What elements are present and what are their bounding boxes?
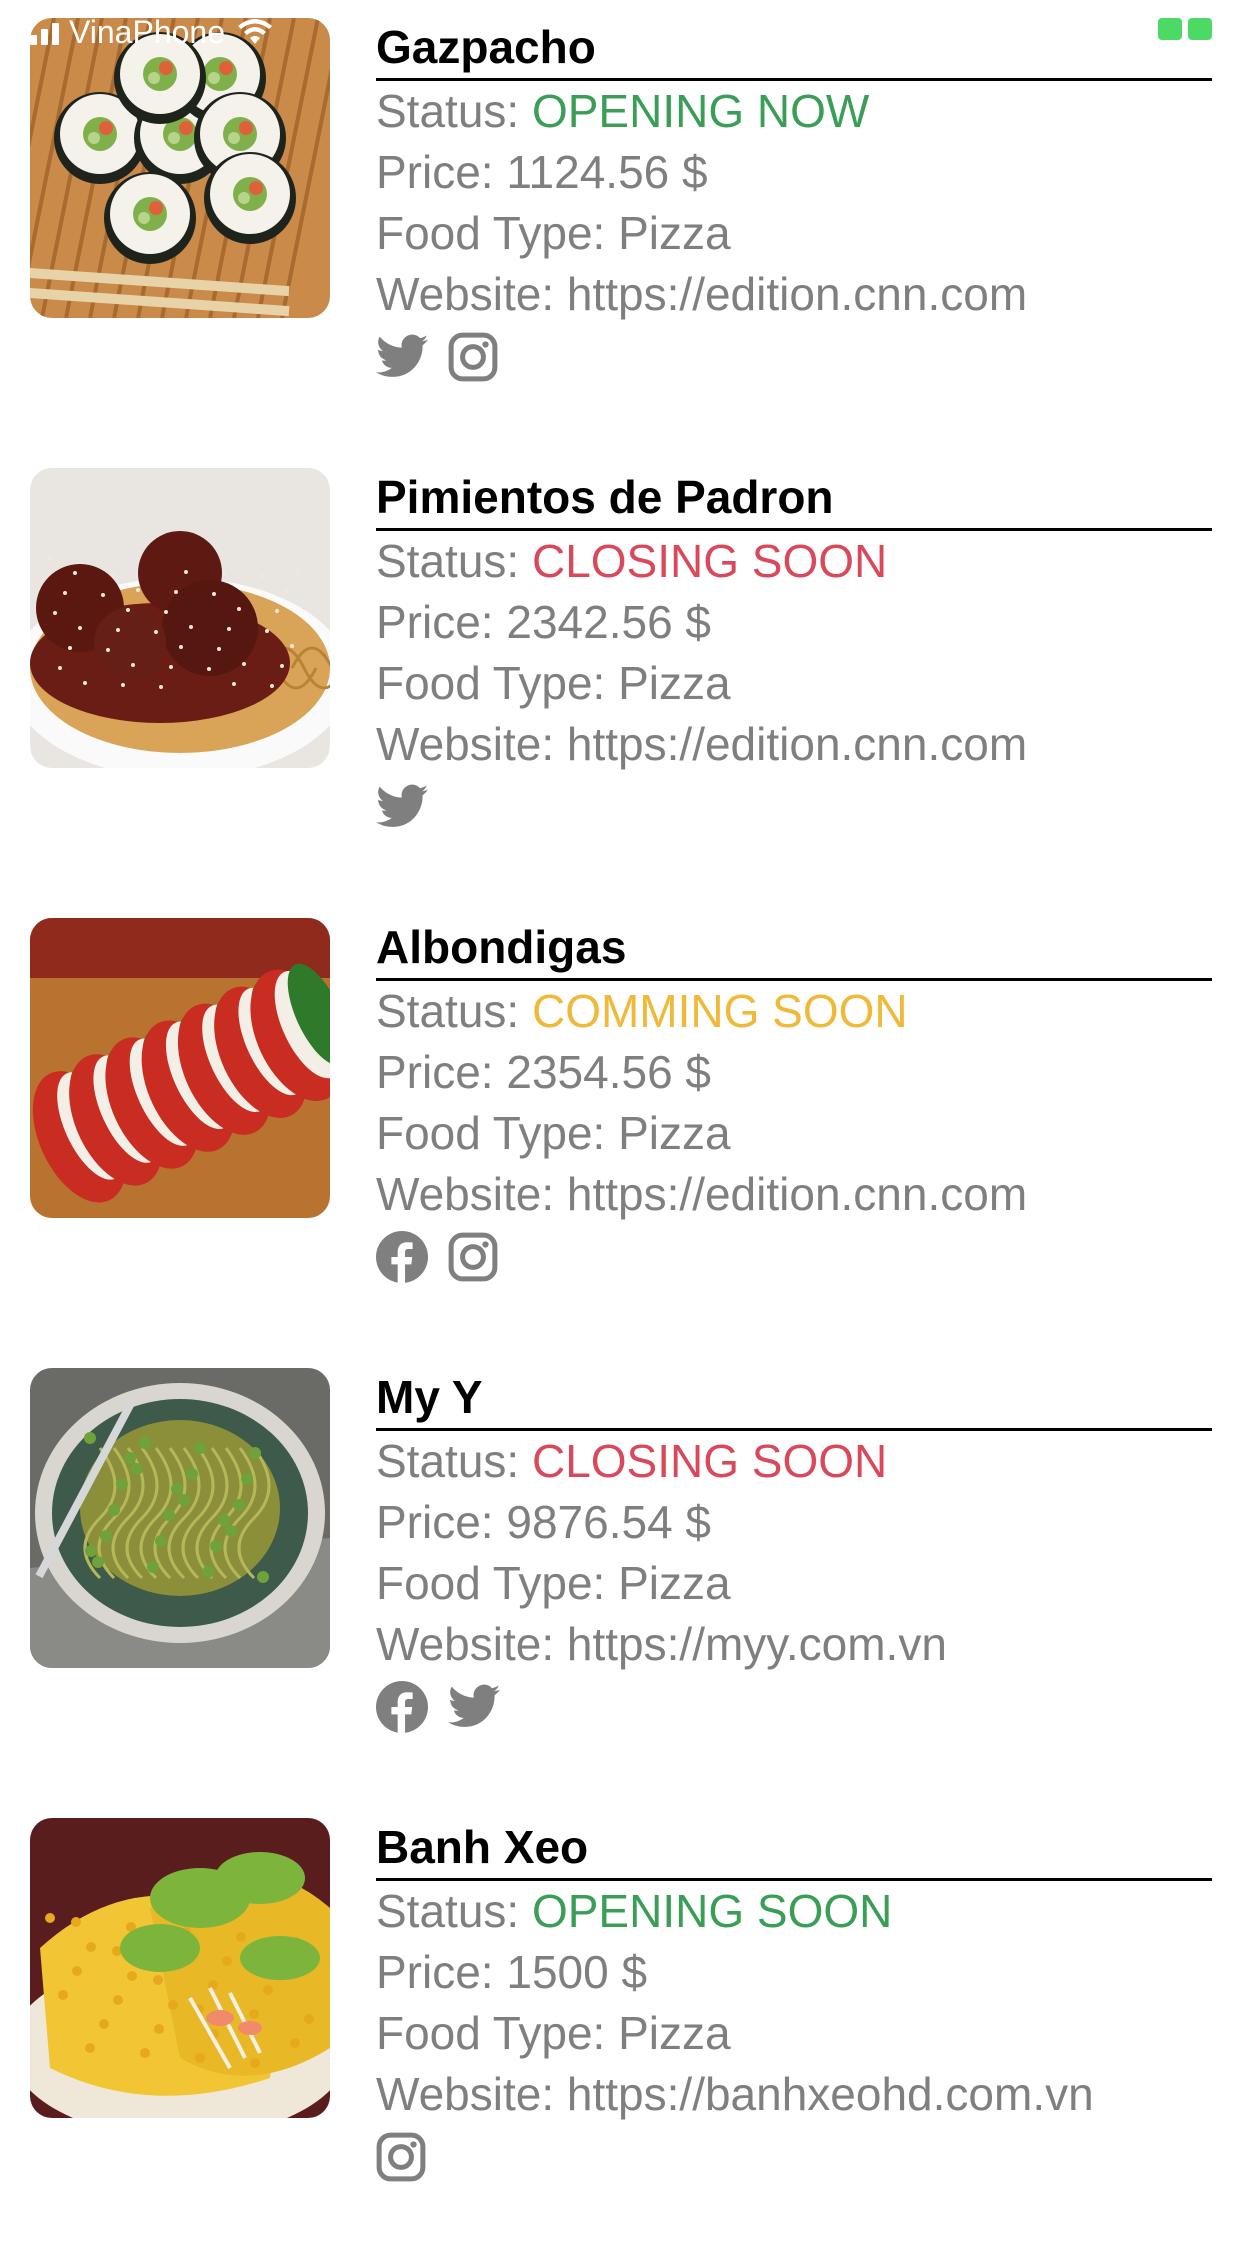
food-image	[30, 1818, 330, 2118]
website-value[interactable]: https://edition.cnn.com	[567, 268, 1027, 320]
status-value: COMMING SOON	[531, 985, 908, 1037]
restaurant-info: My Y Status: CLOSING SOON Price: 9876.54 $…	[376, 1368, 1212, 1733]
food-image	[30, 918, 330, 1218]
price-value: 1124.56 $	[506, 146, 708, 198]
restaurant-info: Banh Xeo Status: OPENING SOON Price: 1500 …	[376, 1818, 1212, 2183]
price-label: Price:	[376, 1046, 507, 1098]
food-type-row: Food Type: Pizza	[376, 2003, 1212, 2064]
food-type-row: Food Type: Pizza	[376, 1553, 1212, 1614]
restaurant-name[interactable]: Albondigas	[376, 918, 1212, 981]
food-image	[30, 1368, 330, 1668]
status-bar: VinaPhone	[30, 14, 273, 50]
status-value: OPENING SOON	[531, 1885, 893, 1937]
website-row[interactable]: Website: https://banhxeohd.com.vn	[376, 2064, 1212, 2125]
price-label: Price:	[376, 146, 507, 198]
food-type-value: Pizza	[618, 1557, 731, 1609]
food-type-value: Pizza	[618, 207, 731, 259]
instagram-icon[interactable]	[448, 332, 498, 382]
website-label: Website:	[376, 268, 567, 320]
website-label: Website:	[376, 1168, 567, 1220]
status-row: Status: COMMING SOON	[376, 981, 1212, 1042]
food-type-label: Food Type:	[376, 1557, 619, 1609]
food-type-label: Food Type:	[376, 2007, 619, 2059]
carrier-name: VinaPhone	[69, 13, 225, 50]
price-row: Price: 1500 $	[376, 1942, 1212, 2003]
status-label: Status:	[376, 985, 532, 1037]
food-type-row: Food Type: Pizza	[376, 1103, 1212, 1164]
price-value: 1500 $	[506, 1946, 648, 1998]
twitter-icon[interactable]	[376, 784, 428, 830]
website-row[interactable]: Website: https://edition.cnn.com	[376, 714, 1212, 775]
restaurant-item[interactable]: Gazpacho Status: OPENING NOW Price: 1124.5…	[0, 0, 1242, 450]
price-row: Price: 9876.54 $	[376, 1492, 1212, 1553]
food-type-value: Pizza	[618, 657, 731, 709]
food-image	[30, 18, 330, 318]
restaurant-info: Gazpacho Status: OPENING NOW Price: 1124.5…	[376, 18, 1212, 383]
price-label: Price:	[376, 1946, 507, 1998]
website-row[interactable]: Website: https://myy.com.vn	[376, 1614, 1212, 1675]
food-type-label: Food Type:	[376, 207, 619, 259]
website-row[interactable]: Website: https://edition.cnn.com	[376, 264, 1212, 325]
website-label: Website:	[376, 1618, 567, 1670]
price-value: 2354.56 $	[506, 1046, 712, 1098]
instagram-icon[interactable]	[448, 1232, 498, 1282]
status-label: Status:	[376, 1885, 532, 1937]
status-label: Status:	[376, 1435, 532, 1487]
food-type-value: Pizza	[618, 1107, 731, 1159]
status-label: Status:	[376, 85, 532, 137]
price-row: Price: 2354.56 $	[376, 1042, 1212, 1103]
restaurant-info: Pimientos de Padron Status: CLOSING SOON P…	[376, 468, 1212, 833]
restaurant-info: Albondigas Status: COMMING SOON Price: 235…	[376, 918, 1212, 1283]
website-row[interactable]: Website: https://edition.cnn.com	[376, 1164, 1212, 1225]
food-type-label: Food Type:	[376, 657, 619, 709]
food-type-row: Food Type: Pizza	[376, 653, 1212, 714]
social-links	[376, 2131, 1212, 2183]
website-label: Website:	[376, 2068, 567, 2120]
wifi-icon	[237, 18, 273, 46]
twitter-icon[interactable]	[376, 334, 428, 380]
price-row: Price: 1124.56 $	[376, 142, 1212, 203]
restaurant-item[interactable]: Albondigas Status: COMMING SOON Price: 235…	[0, 900, 1242, 1350]
status-row: Status: CLOSING SOON	[376, 1431, 1212, 1492]
website-value[interactable]: https://banhxeohd.com.vn	[567, 2068, 1094, 2120]
website-label: Website:	[376, 718, 567, 770]
status-row: Status: CLOSING SOON	[376, 531, 1212, 592]
restaurant-name[interactable]: Pimientos de Padron	[376, 468, 1212, 531]
facebook-icon[interactable]	[376, 1231, 428, 1283]
status-value: CLOSING SOON	[531, 1435, 888, 1487]
restaurant-item[interactable]: Pimientos de Padron Status: CLOSING SOON P…	[0, 450, 1242, 900]
price-label: Price:	[376, 596, 507, 648]
facebook-icon[interactable]	[376, 1681, 428, 1733]
website-value[interactable]: https://myy.com.vn	[567, 1618, 947, 1670]
restaurant-name[interactable]: Gazpacho	[376, 18, 1212, 81]
social-links	[376, 1681, 1212, 1733]
status-row: Status: OPENING NOW	[376, 81, 1212, 142]
price-row: Price: 2342.56 $	[376, 592, 1212, 653]
price-value: 9876.54 $	[506, 1496, 712, 1548]
status-label: Status:	[376, 535, 532, 587]
food-type-row: Food Type: Pizza	[376, 203, 1212, 264]
social-links	[376, 1231, 1212, 1283]
food-type-value: Pizza	[618, 2007, 731, 2059]
food-image	[30, 468, 330, 768]
website-value[interactable]: https://edition.cnn.com	[567, 1168, 1027, 1220]
twitter-icon[interactable]	[448, 1684, 500, 1730]
social-links	[376, 331, 1212, 383]
price-value: 2342.56 $	[506, 596, 712, 648]
signal-icon	[30, 19, 59, 45]
restaurant-name[interactable]: My Y	[376, 1368, 1212, 1431]
status-value: CLOSING SOON	[531, 535, 888, 587]
social-links	[376, 781, 1212, 833]
status-value: OPENING NOW	[531, 85, 870, 137]
website-value[interactable]: https://edition.cnn.com	[567, 718, 1027, 770]
restaurant-item[interactable]: My Y Status: CLOSING SOON Price: 9876.54 $…	[0, 1350, 1242, 1800]
food-type-label: Food Type:	[376, 1107, 619, 1159]
restaurant-item[interactable]: Banh Xeo Status: OPENING SOON Price: 1500 …	[0, 1800, 1242, 2250]
price-label: Price:	[376, 1496, 507, 1548]
status-row: Status: OPENING SOON	[376, 1881, 1212, 1942]
restaurant-name[interactable]: Banh Xeo	[376, 1818, 1212, 1881]
instagram-icon[interactable]	[376, 2132, 426, 2182]
